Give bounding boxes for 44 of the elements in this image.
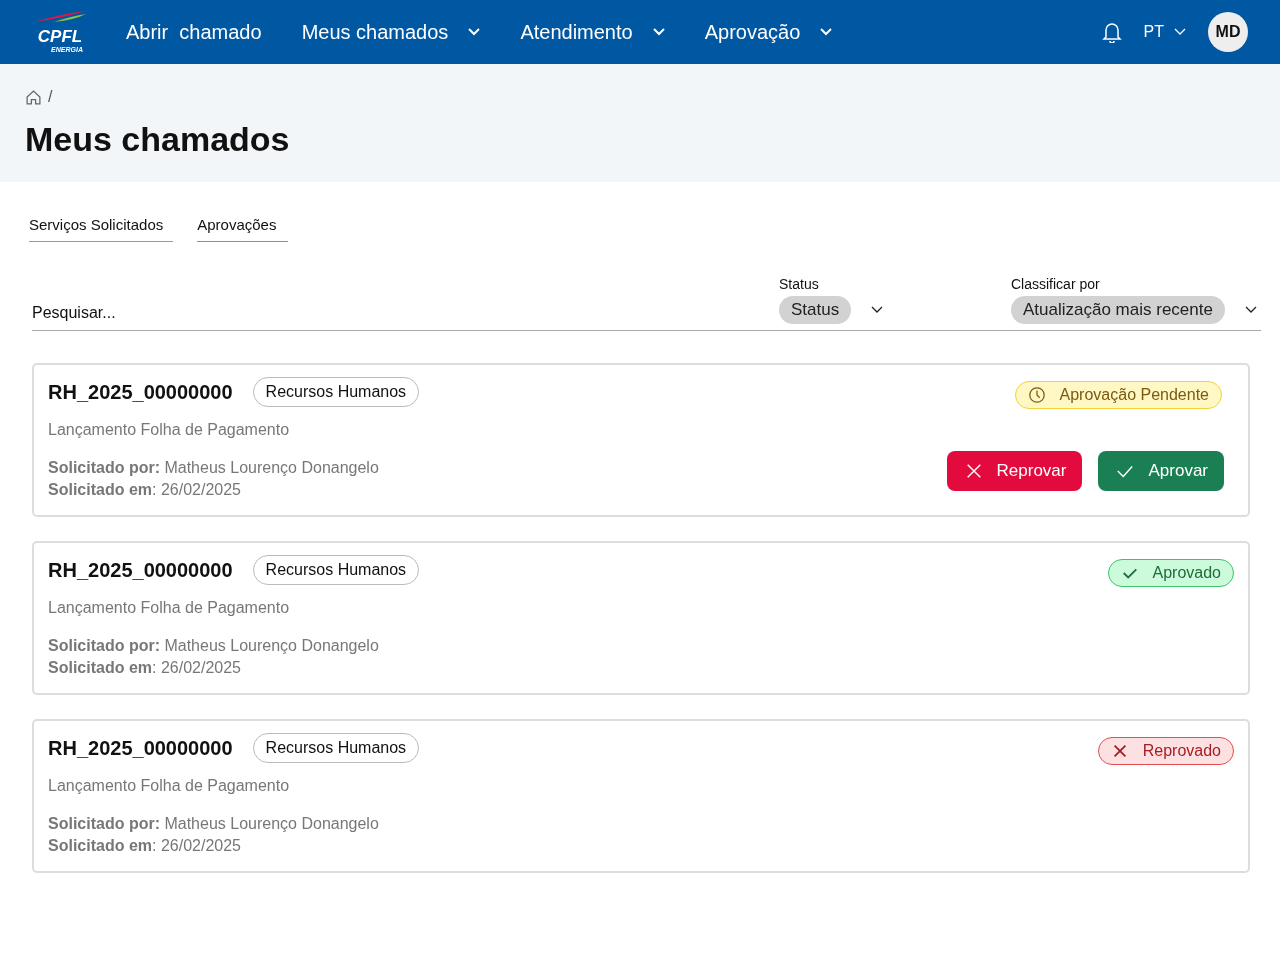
clock-icon	[1027, 386, 1046, 404]
service-name: Lançamento Folha de Pagamento	[48, 599, 291, 617]
requested-at: Solicitado em: 26/02/2025	[48, 658, 242, 678]
service-name: Lançamento Folha de Pagamento	[48, 421, 291, 439]
filter-label: Classificar por	[1011, 276, 1101, 292]
nav-menu-item[interactable]: Abrir chamado	[126, 20, 262, 44]
requested-by: Solicitado por: Matheus Lourenço Donangelo	[48, 814, 380, 834]
service-name: Lançamento Folha de Pagamento	[48, 777, 291, 795]
request-card[interactable]: RH_2025_00000000 Recursos Humanos Lançamento Folha de Pagamento Solicitado por: Matheus Lourenço Donangelo Solicitado em: 26/02/2025 Reprovado	[32, 719, 1250, 873]
request-id: RH_2025_00000000	[48, 380, 233, 404]
chevron-down-icon[interactable]	[871, 306, 884, 314]
reject-button[interactable]: Reprovar	[946, 451, 1083, 491]
tab[interactable]: Serviços Solicitados	[29, 212, 174, 242]
close-icon	[964, 462, 983, 480]
chevron-down-icon	[468, 28, 481, 36]
request-id: RH_2025_00000000	[48, 736, 233, 760]
notification-bell-icon[interactable]	[1101, 21, 1122, 43]
nav-menu-item[interactable]: Aprovação	[704, 20, 833, 44]
chevron-down-icon	[1174, 28, 1186, 36]
status-badge: Aprovado	[1107, 559, 1234, 587]
sort-dropdown[interactable]: Atualização mais recente	[1011, 296, 1225, 324]
request-card[interactable]: RH_2025_00000000 Recursos Humanos Lançamento Folha de Pagamento Solicitado por: Matheus Lourenço Donangelo Solicitado em: 26/02/2025 Aprovação Pendente Reprovar Aprovar	[32, 363, 1250, 517]
page-title: Meus chamados	[25, 120, 291, 159]
nav-menu-item[interactable]: Atendimento	[520, 20, 665, 44]
status-dropdown[interactable]: Status	[779, 296, 852, 324]
chevron-down-icon	[652, 28, 665, 36]
user-avatar[interactable]: MD	[1208, 12, 1248, 52]
breadcrumb-separator: /	[48, 88, 53, 106]
language-selector[interactable]: PT	[1143, 23, 1186, 41]
requested-at: Solicitado em: 26/02/2025	[48, 836, 242, 856]
request-card[interactable]: RH_2025_00000000 Recursos Humanos Lançamento Folha de Pagamento Solicitado por: Matheus Lourenço Donangelo Solicitado em: 26/02/2025 Aprovado	[32, 541, 1250, 695]
request-id: RH_2025_00000000	[48, 558, 233, 582]
tab[interactable]: Aprovações	[197, 212, 289, 242]
nav-menu-item[interactable]: Meus chamados	[301, 20, 481, 44]
status-badge: Aprovação Pendente	[1014, 381, 1222, 409]
filter-label: Status	[779, 276, 820, 292]
home-icon[interactable]	[25, 88, 42, 106]
requested-by: Solicitado por: Matheus Lourenço Donangelo	[48, 636, 380, 656]
chevron-down-icon[interactable]	[1244, 306, 1257, 314]
requested-at: Solicitado em: 26/02/2025	[48, 480, 242, 500]
requested-by: Solicitado por: Matheus Lourenço Donangelo	[48, 458, 380, 478]
approve-button[interactable]: Aprovar	[1098, 451, 1224, 491]
status-badge: Reprovado	[1097, 737, 1234, 765]
chevron-down-icon	[820, 28, 833, 36]
